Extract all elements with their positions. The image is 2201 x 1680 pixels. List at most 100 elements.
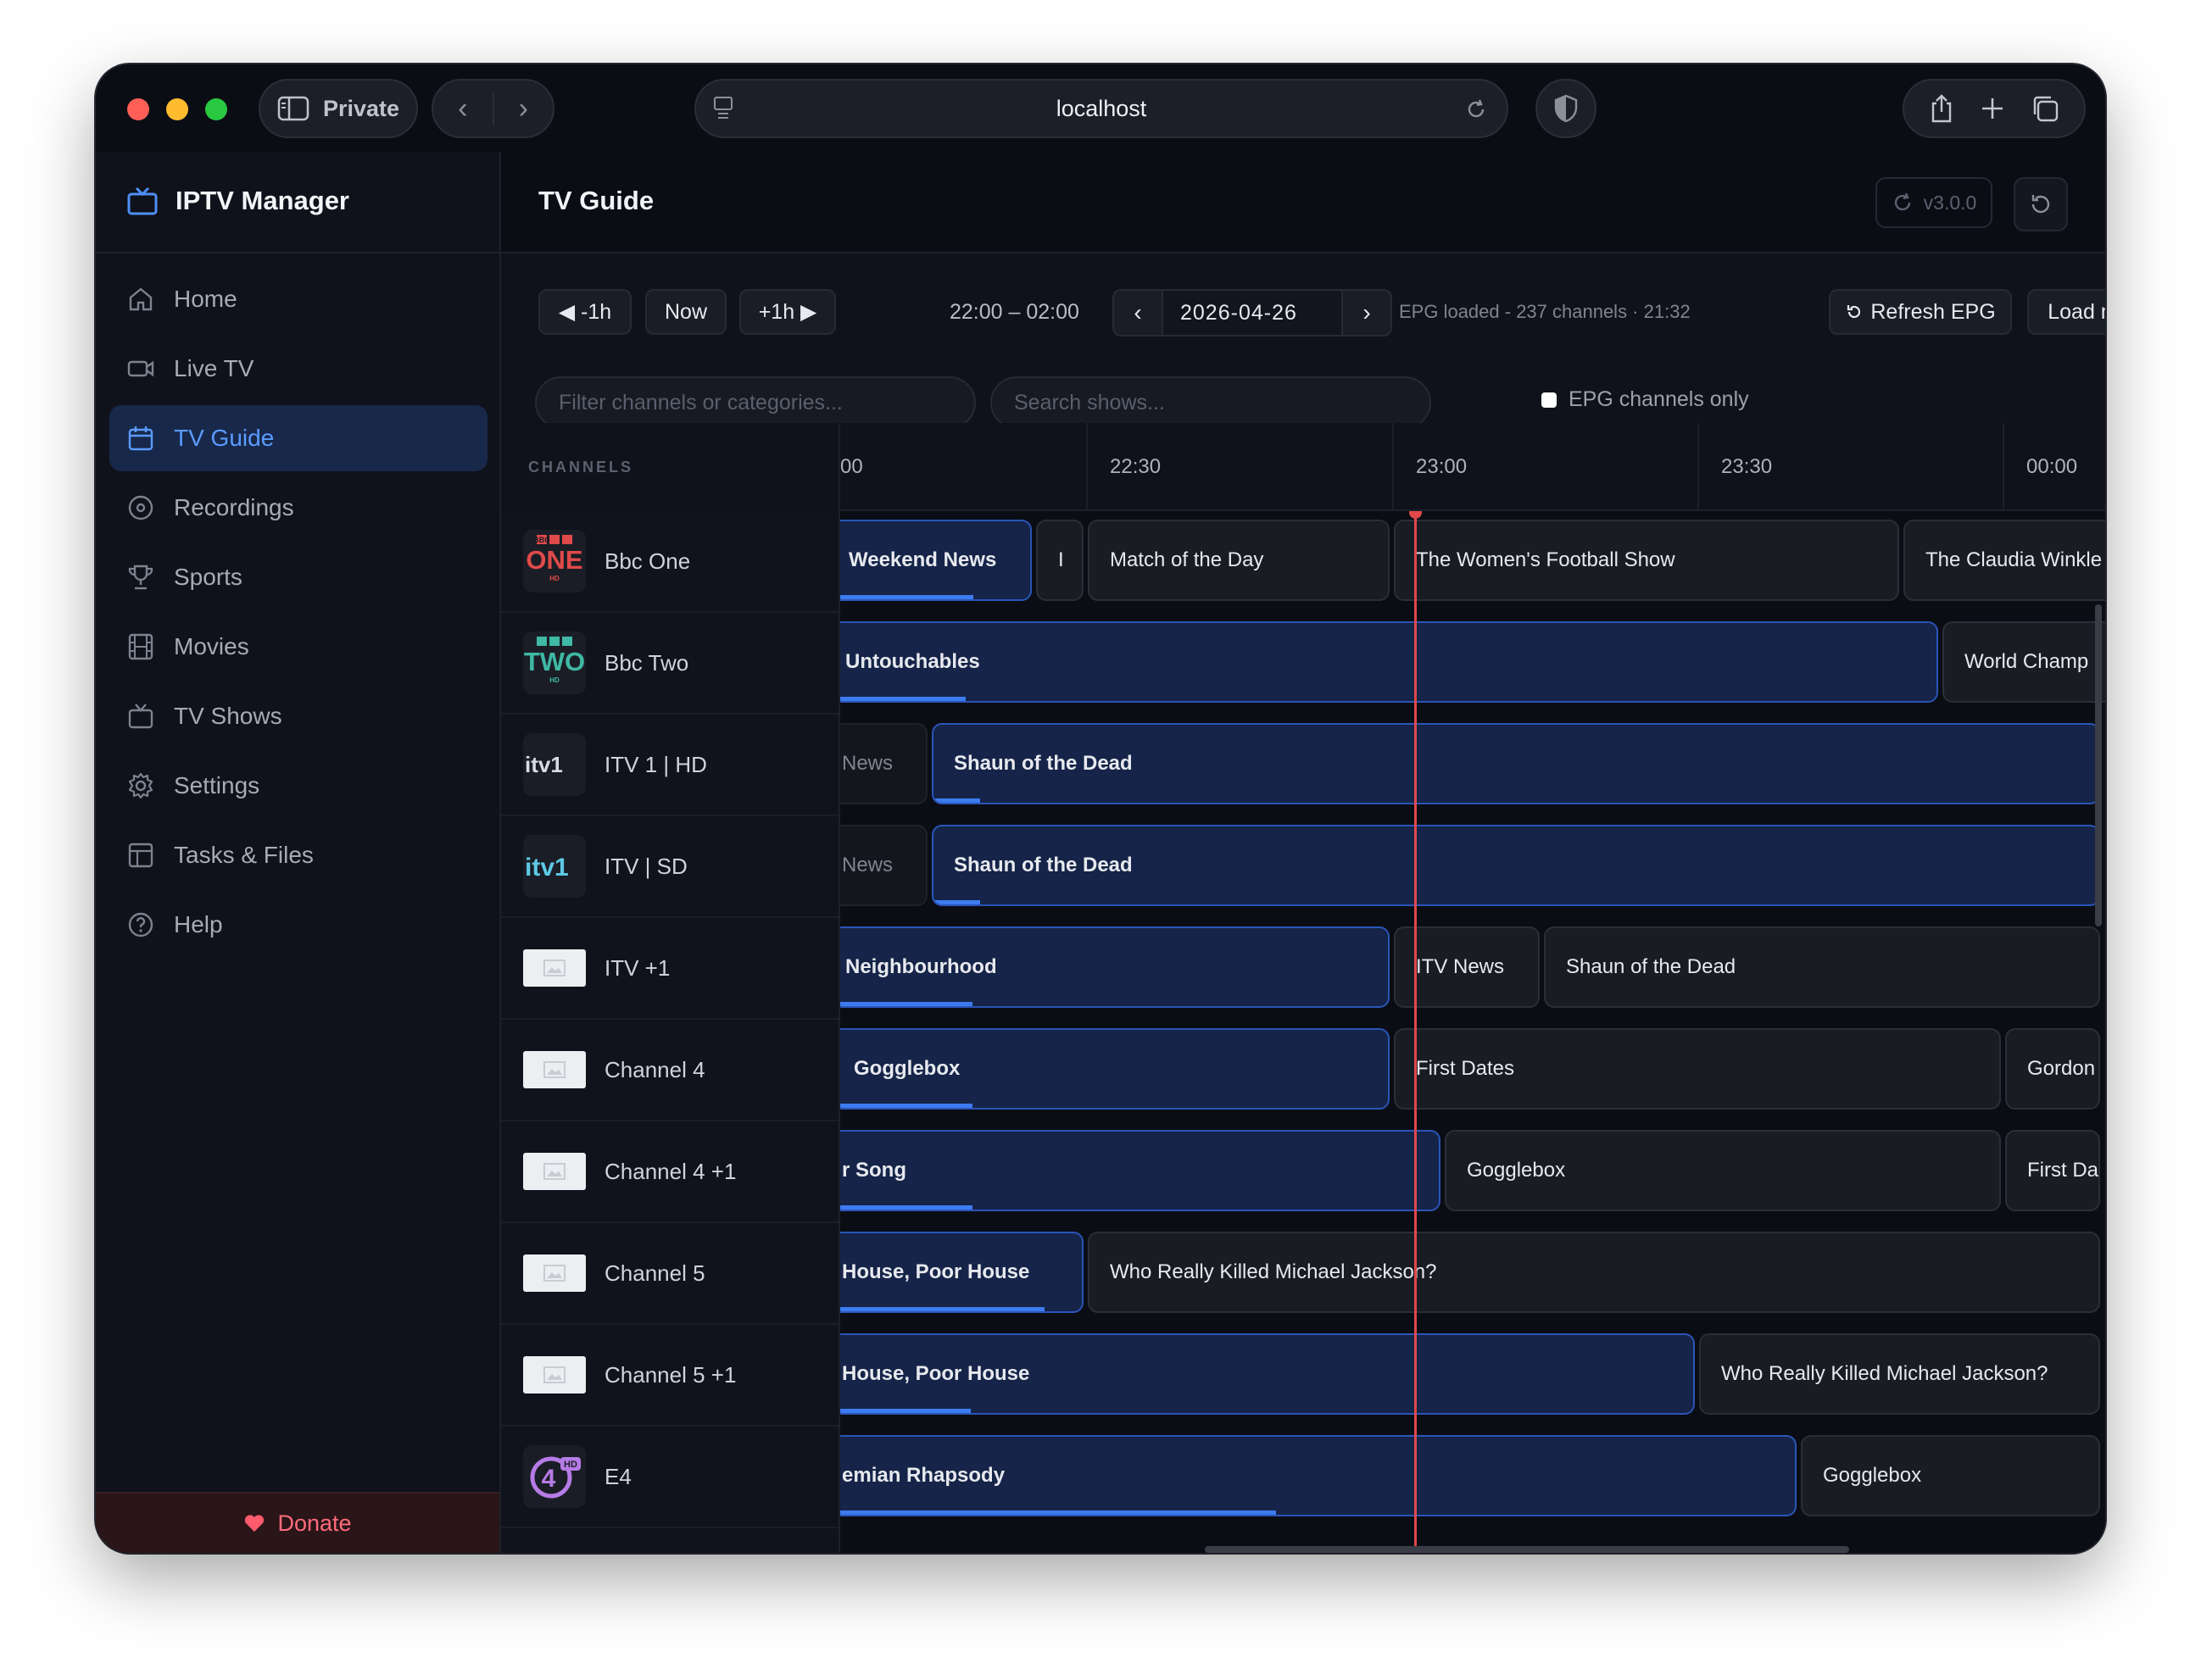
programme-cell[interactable]: Who Really Killed Michael Jackson? <box>1088 1232 2100 1313</box>
now-button[interactable]: Now <box>645 289 727 335</box>
reset-view-button[interactable] <box>2014 177 2068 231</box>
programme-grid: Weekend News I Match of the Day The Wome… <box>840 511 2105 1553</box>
new-tab-plus-icon[interactable] <box>1980 96 2005 121</box>
programme-cell[interactable]: Neighbourhood <box>840 926 1390 1008</box>
channel-row[interactable]: BBC ONE HD Bbc One <box>501 511 839 613</box>
programme-title: World Champ <box>1964 650 2089 673</box>
placeholder-image-icon <box>523 1356 586 1394</box>
programme-cell[interactable]: World Champ <box>1942 621 2105 703</box>
close-window-button[interactable] <box>127 98 149 120</box>
channel-row[interactable]: TWO HD Bbc Two <box>501 613 839 715</box>
placeholder-image-icon <box>523 1254 586 1292</box>
programme-cell[interactable]: Who Really Killed Michael Jackson? <box>1699 1333 2100 1415</box>
channel-row[interactable]: itv1 ITV | SD <box>501 816 839 918</box>
forward-hour-button[interactable]: +1h ▶ <box>739 289 836 335</box>
epg-only-checkbox[interactable] <box>1541 392 1557 408</box>
next-day-button[interactable]: › <box>1343 299 1390 326</box>
epg-only-toggle[interactable]: EPG channels only <box>1541 387 1749 412</box>
share-icon[interactable] <box>1929 93 1954 124</box>
programme-title: Match of the Day <box>1110 548 1264 571</box>
app-brand[interactable]: IPTV Manager <box>126 186 349 216</box>
programme-cell[interactable]: Gogglebox <box>1445 1130 2001 1211</box>
version-check-button[interactable]: v3.0.0 <box>1875 177 1992 228</box>
sidebar-item-label: Settings <box>174 772 260 798</box>
sidebar-item-home[interactable]: Home <box>109 266 488 332</box>
sidebar-item-tv-shows[interactable]: TV Shows <box>109 683 488 749</box>
current-time-indicator <box>1414 511 1417 1553</box>
programme-cell[interactable]: Match of the Day <box>1088 520 1390 601</box>
page-settings-icon[interactable] <box>713 96 733 120</box>
channel-row[interactable]: Channel 5 <box>501 1223 839 1325</box>
programme-cell[interactable]: Shaun of the Dead <box>932 825 2100 906</box>
channel-row[interactable]: ITV +1 <box>501 918 839 1020</box>
programme-title: House, Poor House <box>842 1362 1030 1385</box>
channel-row[interactable]: Channel 5 +1 <box>501 1325 839 1427</box>
sidebar-item-live-tv[interactable]: Live TV <box>109 336 488 402</box>
channel-row[interactable]: itv1 ITV 1 | HD <box>501 715 839 816</box>
programme-cell[interactable]: Shaun of the Dead <box>932 723 2100 804</box>
channel-name: ITV | SD <box>605 853 688 879</box>
channel-row[interactable]: 4 HD E4 <box>501 1427 839 1528</box>
programme-cell[interactable]: Shaun of the Dead <box>1544 926 2100 1008</box>
sidebar-item-label: Recordings <box>174 494 294 520</box>
programme-cell[interactable]: The Claudia Winkle <box>1903 520 2105 601</box>
programme-progress <box>840 1409 972 1413</box>
date-value[interactable]: 2026-04-26 <box>1162 291 1343 335</box>
programme-cell[interactable]: The Women's Football Show <box>1394 520 1899 601</box>
privacy-shield-button[interactable] <box>1535 79 1596 138</box>
address-bar[interactable]: localhost <box>694 79 1508 138</box>
programme-cell[interactable]: r Song <box>840 1130 1440 1211</box>
donate-button[interactable]: Donate <box>96 1492 499 1553</box>
programme-cell[interactable]: House, Poor House <box>840 1232 1084 1313</box>
programme-cell[interactable]: First Dates <box>1394 1028 2001 1110</box>
back-arrow-icon[interactable]: ‹ <box>433 92 493 125</box>
sidebar-item-tv-guide[interactable]: TV Guide <box>109 405 488 471</box>
logo-text: itv1 <box>525 854 569 882</box>
channel-row[interactable]: Channel 4 +1 <box>501 1121 839 1223</box>
programme-cell[interactable]: News <box>840 723 928 804</box>
sidebar-item-recordings[interactable]: Recordings <box>109 475 488 541</box>
logo-text: BBC <box>533 536 550 544</box>
programme-cell[interactable]: Gogglebox <box>840 1028 1390 1110</box>
minimize-window-button[interactable] <box>166 98 188 120</box>
vertical-scrollbar[interactable] <box>2095 604 2102 926</box>
forward-arrow-icon[interactable]: › <box>494 92 554 125</box>
sidebar-toggle-private[interactable]: Private <box>259 79 418 138</box>
sidebar-item-settings[interactable]: Settings <box>109 753 488 819</box>
channel-row[interactable]: Channel 4 <box>501 1020 839 1121</box>
tv-logo-icon <box>127 186 158 215</box>
programme-cell[interactable]: House, Poor House <box>840 1333 1695 1415</box>
programme-cell[interactable]: Weekend News <box>840 520 1032 601</box>
programme-cell[interactable]: Gordon <box>2005 1028 2100 1110</box>
back-hour-button[interactable]: ◀ -1h <box>538 289 632 335</box>
video-camera-icon <box>127 360 154 377</box>
programme-title: r Song <box>842 1159 906 1182</box>
sidebar-item-movies[interactable]: Movies <box>109 614 488 680</box>
prev-day-button[interactable]: ‹ <box>1114 299 1162 326</box>
version-label: v3.0.0 <box>1923 191 1977 214</box>
programme-title: The Claudia Winkle <box>1925 548 2103 571</box>
sidebar-item-tasks-files[interactable]: Tasks & Files <box>109 822 488 888</box>
sidebar-item-help[interactable]: Help <box>109 892 488 958</box>
tab-overview-icon[interactable] <box>2031 94 2059 123</box>
guide-toolbar: ◀ -1h Now +1h ▶ 22:00 – 02:00 ‹ 2026-04-… <box>501 253 2105 429</box>
programme-title: Gogglebox <box>854 1057 961 1080</box>
programme-cell[interactable]: Gogglebox <box>1801 1435 2100 1516</box>
programme-cell[interactable]: I <box>1036 520 1084 601</box>
programme-cell[interactable]: Untouchables <box>840 621 1938 703</box>
load-more-button[interactable]: Load more <box>2027 289 2105 335</box>
programme-progress <box>840 1205 973 1210</box>
reload-icon[interactable] <box>1464 97 1488 121</box>
sidebar-item-sports[interactable]: Sports <box>109 544 488 610</box>
programme-cell[interactable]: First Dat <box>2005 1130 2100 1211</box>
zoom-window-button[interactable] <box>205 98 227 120</box>
programme-cell[interactable]: News <box>840 825 928 906</box>
refresh-epg-button[interactable]: Refresh EPG <box>1829 289 2012 335</box>
search-shows-input[interactable] <box>990 376 1431 429</box>
programme-cell[interactable]: emian Rhapsody <box>840 1435 1797 1516</box>
horizontal-scrollbar[interactable] <box>1205 1546 1849 1553</box>
filter-channels-input[interactable] <box>535 376 976 429</box>
sidebar-item-label: TV Guide <box>174 425 275 451</box>
gear-icon <box>128 772 153 799</box>
epg-status: EPG loaded - 237 channels · 21:32 <box>1399 301 1691 322</box>
